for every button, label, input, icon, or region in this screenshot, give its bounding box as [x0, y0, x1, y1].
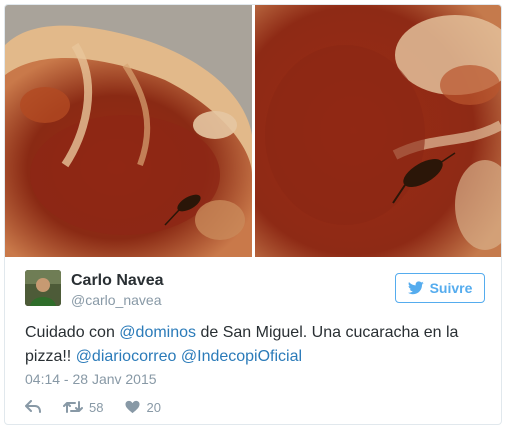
tweet-card: Carlo Navea @carlo_navea Suivre Cuidado …: [4, 4, 502, 425]
like-button[interactable]: 20: [125, 399, 161, 415]
mention-link[interactable]: @dominos: [119, 324, 196, 341]
reply-button[interactable]: [25, 400, 41, 414]
retweet-button[interactable]: 58: [63, 400, 103, 415]
author-full-name[interactable]: Carlo Navea: [71, 272, 164, 290]
tweet-text: Cuidado con @dominos de San Miguel. Una …: [25, 321, 485, 369]
retweet-icon: [63, 401, 83, 413]
tweet-header: Carlo Navea @carlo_navea Suivre: [25, 270, 485, 312]
tweet-photo-left[interactable]: [5, 5, 252, 257]
follow-button-label: Suivre: [429, 280, 473, 296]
tweet-actions: 58 20: [25, 397, 183, 417]
reply-icon: [25, 400, 41, 413]
like-count: 20: [146, 399, 161, 415]
tweet-media: [5, 5, 501, 257]
retweet-count: 58: [89, 399, 104, 415]
author-screen-name[interactable]: @carlo_navea: [71, 292, 162, 308]
mention-link[interactable]: @IndecopiOficial: [181, 348, 302, 365]
tweet-timestamp[interactable]: 04:14 - 28 Janv 2015: [25, 371, 157, 387]
twitter-bird-icon: [407, 281, 424, 295]
tweet-photo-right[interactable]: [255, 5, 501, 257]
tweet-text-part: Cuidado con: [25, 324, 120, 341]
user-avatar[interactable]: [25, 270, 61, 306]
heart-icon: [125, 400, 140, 414]
mention-link[interactable]: @diariocorreo: [76, 348, 177, 365]
follow-button[interactable]: Suivre: [395, 273, 485, 303]
